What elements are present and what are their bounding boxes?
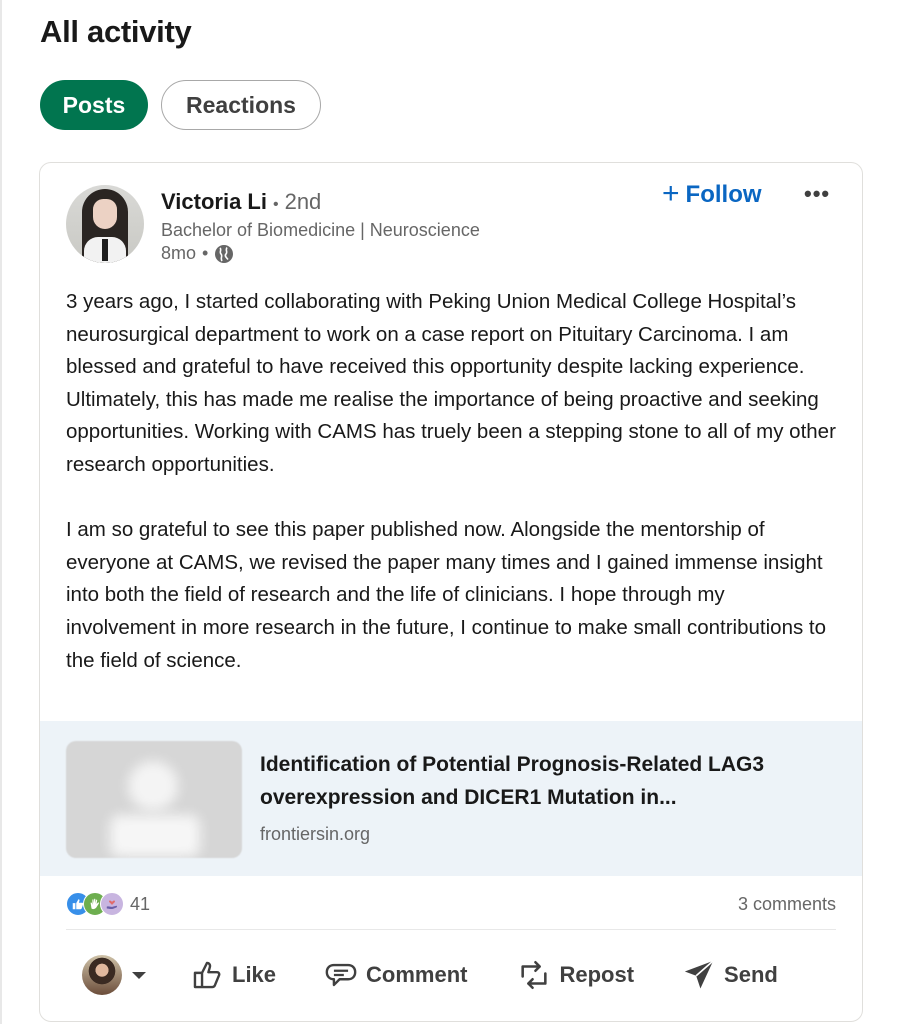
comments-count[interactable]: 3 comments (738, 894, 836, 915)
link-preview[interactable]: Identification of Potential Prognosis-Re… (40, 721, 862, 876)
post-card: Victoria Li • 2nd Bachelor of Biomedicin… (39, 162, 863, 1022)
repost-button[interactable]: Repost (517, 958, 634, 992)
globe-icon (214, 244, 234, 264)
link-thumbnail (66, 741, 242, 858)
connection-degree: 2nd (284, 189, 322, 214)
send-button[interactable]: Send (682, 958, 778, 992)
separator-dot: • (272, 196, 279, 213)
tab-reactions[interactable]: Reactions (161, 80, 321, 130)
post-actions: Like Comment Repost Send (66, 947, 836, 1003)
repost-label: Repost (559, 962, 635, 987)
comment-icon (325, 963, 357, 987)
post-time: 8mo (161, 243, 197, 263)
more-options-button[interactable]: ••• (804, 183, 830, 205)
divider (66, 929, 836, 930)
social-counts: 41 3 comments (66, 889, 836, 919)
follow-button[interactable]: + Follow (662, 176, 762, 210)
link-title[interactable]: Identification of Potential Prognosis-Re… (260, 748, 820, 814)
page-title: All activity (40, 14, 192, 49)
reactions-summary[interactable]: 41 (66, 892, 150, 916)
post-paragraph: 3 years ago, I started collaborating wit… (66, 290, 836, 476)
page-edge-divider (0, 0, 2, 1024)
repost-icon (521, 960, 548, 990)
like-button[interactable]: Like (190, 958, 276, 992)
caret-down-icon (132, 971, 146, 979)
author-name[interactable]: Victoria Li (161, 189, 267, 215)
send-label: Send (724, 962, 778, 987)
like-label: Like (232, 962, 277, 987)
follow-label: Follow (685, 181, 762, 208)
separator-dot: • (202, 243, 209, 263)
actor-switcher[interactable] (82, 955, 146, 995)
plus-icon: + (662, 176, 680, 210)
author-headline: Bachelor of Biomedicine | Neuroscience (161, 220, 480, 240)
activity-tabs: Posts Reactions (40, 80, 321, 130)
send-icon (684, 960, 714, 989)
support-reaction-icon (100, 892, 124, 916)
post-meta: 8mo • (161, 243, 480, 264)
comment-button[interactable]: Comment (324, 958, 467, 992)
author-avatar[interactable] (66, 185, 144, 263)
author-info: Victoria Li • 2nd Bachelor of Biomedicin… (161, 189, 480, 264)
post-paragraph: I am so grateful to see this paper publi… (66, 518, 827, 672)
thumbs-up-icon (193, 961, 221, 989)
comment-label: Comment (366, 962, 468, 987)
link-source: frontiersin.org (260, 824, 371, 844)
tab-posts[interactable]: Posts (40, 80, 148, 130)
post-text: 3 years ago, I started collaborating wit… (66, 286, 836, 677)
user-avatar (82, 955, 122, 995)
reaction-count: 41 (130, 893, 151, 914)
